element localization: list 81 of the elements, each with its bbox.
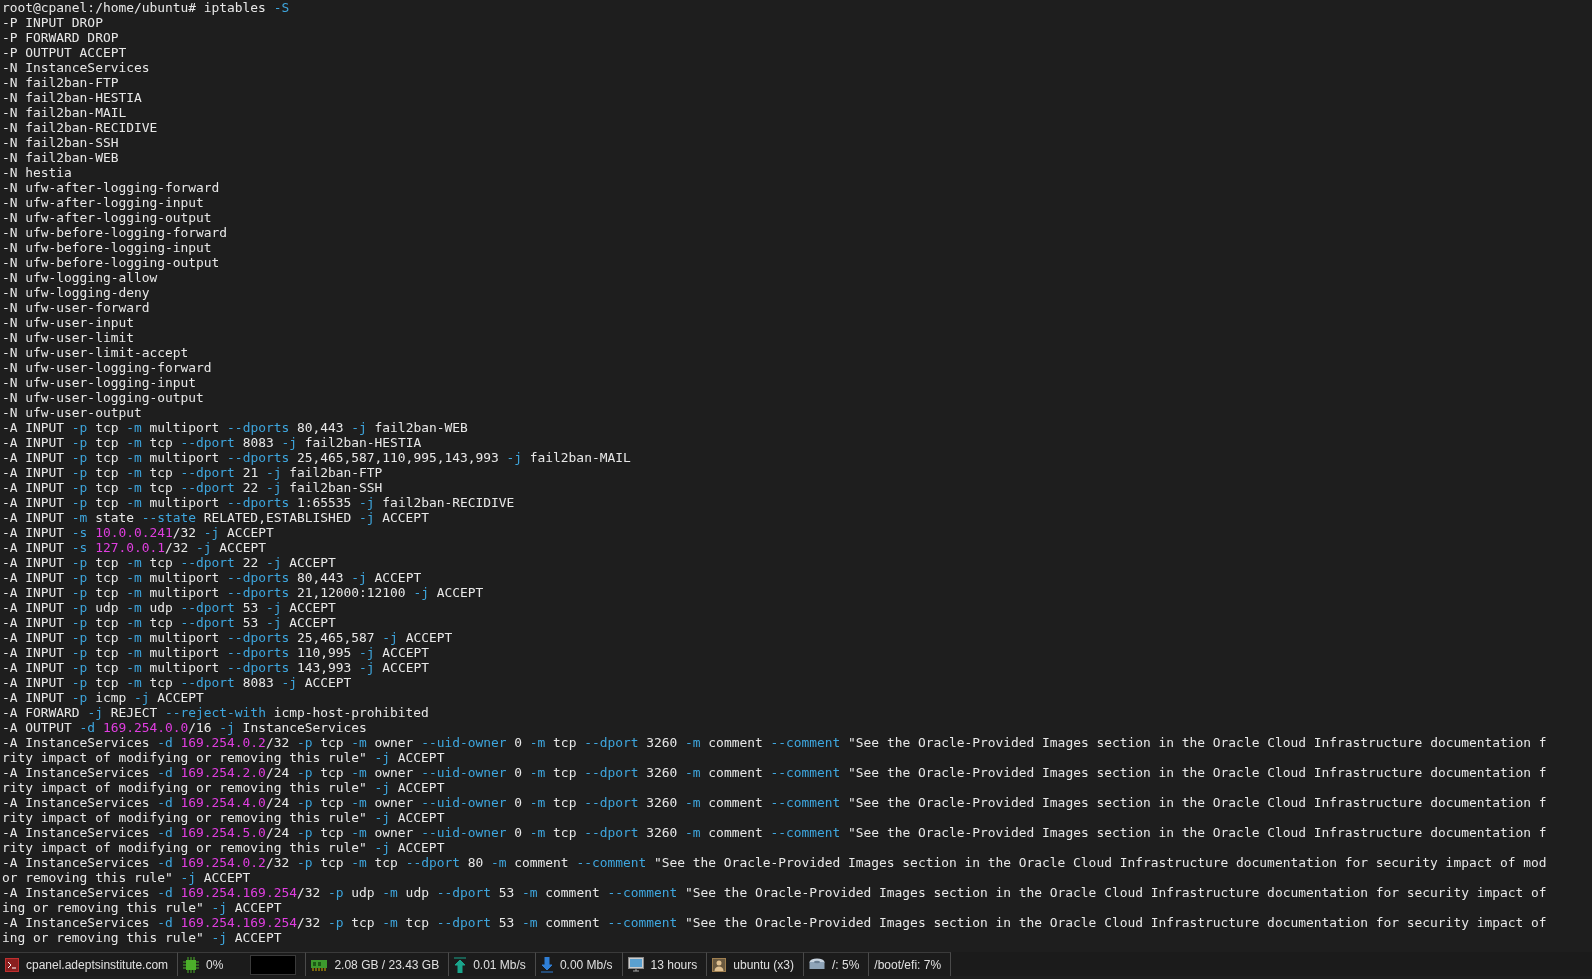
status-text: /boot/efi: 7% bbox=[874, 957, 942, 972]
terminal-line: -A INPUT -p tcp -m tcp --dport 22 -j ACCEPT bbox=[2, 555, 336, 570]
terminal-line: -N ufw-user-logging-forward bbox=[2, 360, 212, 375]
terminal-line: -A INPUT -p tcp -m tcp --dport 53 -j ACCEPT bbox=[2, 615, 336, 630]
terminal-line: -A INPUT -p tcp -m tcp --dport 22 -j fail2ban-SSH bbox=[2, 480, 383, 495]
terminal-line: -A INPUT -p tcp -m tcp --dport 8083 -j fail2ban-HESTIA bbox=[2, 435, 422, 450]
chip-icon bbox=[183, 956, 200, 973]
terminal-line: -P INPUT DROP bbox=[2, 15, 103, 30]
terminal-line: -N hestia bbox=[2, 165, 72, 180]
terminal-line: -A INPUT -p tcp -m tcp --dport 21 -j fail2ban-FTP bbox=[2, 465, 383, 480]
terminal-line: -N fail2ban-RECIDIVE bbox=[2, 120, 158, 135]
status-text: 2.08 GB / 23.43 GB bbox=[334, 957, 440, 972]
terminal-line: -A INPUT -p udp -m udp --dport 53 -j ACCEPT bbox=[2, 600, 336, 615]
status-text: /: 5% bbox=[832, 957, 860, 972]
terminal-line: -A InstanceServices -d 169.254.0.2/32 -p tcp -m tcp --dport 80 -m comment --comment "See the Oracle-Provided Images section in the Oracle Cloud Infrastructure documentation for security impact of mod bbox=[2, 855, 1547, 870]
terminal-line: -A InstanceServices -d 169.254.169.254/32 -p tcp -m tcp --dport 53 -m comment --comment "See the Oracle-Provided Images section in the Oracle Cloud Infrastructure documentation for security impact of bbox=[2, 915, 1547, 930]
terminal-line: -A INPUT -p tcp -m multiport --dports 25,465,587 -j ACCEPT bbox=[2, 630, 453, 645]
status-text: ubuntu (x3) bbox=[733, 957, 794, 972]
terminal-line: -A INPUT -p tcp -m multiport --dports 110,995 -j ACCEPT bbox=[2, 645, 429, 660]
terminal-line: rity impact of modifying or removing this rule" -j ACCEPT bbox=[2, 780, 445, 795]
terminal-line: -A InstanceServices -d 169.254.5.0/24 -p tcp -m owner --uid-owner 0 -m tcp --dport 3260 -m comment --comment "See the Oracle-Provided Images section in the Oracle Cloud Infrastructure documentation f bbox=[2, 825, 1547, 840]
terminal-line: rity impact of modifying or removing this rule" -j ACCEPT bbox=[2, 810, 445, 825]
terminal-line: -N ufw-after-logging-forward bbox=[2, 180, 220, 195]
terminal-line: -A INPUT -m state --state RELATED,ESTABLISHED -j ACCEPT bbox=[2, 510, 429, 525]
terminal-line: -N fail2ban-HESTIA bbox=[2, 90, 142, 105]
terminal-line: -A INPUT -p tcp -m multiport --dports 80,443 -j fail2ban-WEB bbox=[2, 420, 468, 435]
terminal-line: -A INPUT -p tcp -m multiport --dports 143,993 -j ACCEPT bbox=[2, 660, 429, 675]
monitor-icon bbox=[627, 957, 644, 972]
terminal-line: -A InstanceServices -d 169.254.169.254/32 -p udp -m udp --dport 53 -m comment --comment "See the Oracle-Provided Images section in the Oracle Cloud Infrastructure documentation for security impact of bbox=[2, 885, 1547, 900]
terminal-line: -N ufw-before-logging-forward bbox=[2, 225, 228, 240]
terminal-line: -A INPUT -p tcp -m multiport --dports 1:65535 -j fail2ban-RECIDIVE bbox=[2, 495, 515, 510]
terminal-line: -N ufw-user-logging-input bbox=[2, 375, 197, 390]
terminal-line: -N fail2ban-MAIL bbox=[2, 105, 127, 120]
terminal-line: -A INPUT -s 10.0.0.241/32 -j ACCEPT bbox=[2, 525, 274, 540]
terminal-line: -N ufw-user-limit bbox=[2, 330, 134, 345]
terminal-line: -N ufw-after-logging-output bbox=[2, 210, 212, 225]
terminal-line: -N ufw-user-limit-accept bbox=[2, 345, 189, 360]
memory-icon bbox=[311, 958, 328, 971]
disk-drive-icon bbox=[809, 957, 825, 972]
terminal-line: or removing this rule" -j ACCEPT bbox=[2, 870, 251, 885]
terminal-line: -N ufw-user-logging-output bbox=[2, 390, 204, 405]
status-text: 0.01 Mb/s bbox=[473, 957, 526, 972]
terminal-line: -P OUTPUT ACCEPT bbox=[2, 45, 127, 60]
terminal-line: -A INPUT -p tcp -m tcp --dport 8083 -j ACCEPT bbox=[2, 675, 352, 690]
terminal-line: -N ufw-logging-allow bbox=[2, 270, 158, 285]
terminal-line: -N fail2ban-WEB bbox=[2, 150, 119, 165]
terminal-line: -N ufw-after-logging-input bbox=[2, 195, 204, 210]
terminal-line: -A INPUT -p tcp -m multiport --dports 21,12000:12100 -j ACCEPT bbox=[2, 585, 484, 600]
terminal-line: -A INPUT -p tcp -m multiport --dports 25,465,587,110,995,143,993 -j fail2ban-MAIL bbox=[2, 450, 631, 465]
terminal-line: -A FORWARD -j REJECT --reject-with icmp-host-prohibited bbox=[2, 705, 429, 720]
terminal-line: -N ufw-user-output bbox=[2, 405, 142, 420]
terminal-line: -A InstanceServices -d 169.254.4.0/24 -p tcp -m owner --uid-owner 0 -m tcp --dport 3260 -m comment --comment "See the Oracle-Provided Images section in the Oracle Cloud Infrastructure documentation f bbox=[2, 795, 1547, 810]
status-text: 0.00 Mb/s bbox=[559, 957, 613, 972]
terminal-line: -A InstanceServices -d 169.254.2.0/24 -p tcp -m owner --uid-owner 0 -m tcp --dport 3260 -m comment --comment "See the Oracle-Provided Images section in the Oracle Cloud Infrastructure documentation f bbox=[2, 765, 1547, 780]
terminal-line: -N ufw-before-logging-input bbox=[2, 240, 212, 255]
terminal-line: -N ufw-logging-deny bbox=[2, 285, 150, 300]
terminal-line: ing or removing this rule" -j ACCEPT bbox=[2, 930, 282, 945]
terminal-line: ing or removing this rule" -j ACCEPT bbox=[2, 900, 282, 915]
terminal-line: -A INPUT -s 127.0.0.1/32 -j ACCEPT bbox=[2, 540, 266, 555]
status-text: cpanel.adeptsinstitute.com bbox=[26, 957, 169, 972]
upload-arrow-icon bbox=[454, 956, 467, 973]
terminal-icon bbox=[5, 957, 19, 972]
terminal-line: -A INPUT -p icmp -j ACCEPT bbox=[2, 690, 204, 705]
terminal-line: root@cpanel:/home/ubuntu# iptables -S bbox=[2, 0, 290, 15]
terminal-line: -N InstanceServices bbox=[2, 60, 150, 75]
terminal-line: -A INPUT -p tcp -m multiport --dports 80,443 -j ACCEPT bbox=[2, 570, 422, 585]
terminal-line: -A InstanceServices -d 169.254.0.2/32 -p tcp -m owner --uid-owner 0 -m tcp --dport 3260 -m comment --comment "See the Oracle-Provided Images section in the Oracle Cloud Infrastructure documentation f bbox=[2, 735, 1547, 750]
user-icon bbox=[712, 957, 727, 972]
status-text: 13 hours bbox=[650, 957, 698, 972]
terminal-line: -N fail2ban-SSH bbox=[2, 135, 119, 150]
terminal-line: -N fail2ban-FTP bbox=[2, 75, 119, 90]
terminal-line: -A OUTPUT -d 169.254.0.0/16 -j InstanceServices bbox=[2, 720, 367, 735]
terminal-line: -N ufw-user-forward bbox=[2, 300, 150, 315]
terminal-line: rity impact of modifying or removing this rule" -j ACCEPT bbox=[2, 750, 445, 765]
cpu-graph bbox=[250, 954, 297, 975]
terminal-line: rity impact of modifying or removing this rule" -j ACCEPT bbox=[2, 840, 445, 855]
status-text: 0% bbox=[206, 957, 224, 972]
terminal-line: -N ufw-before-logging-output bbox=[2, 255, 220, 270]
terminal-line: -P FORWARD DROP bbox=[2, 30, 119, 45]
terminal-line: -N ufw-user-input bbox=[2, 315, 134, 330]
download-arrow-icon bbox=[540, 956, 553, 973]
